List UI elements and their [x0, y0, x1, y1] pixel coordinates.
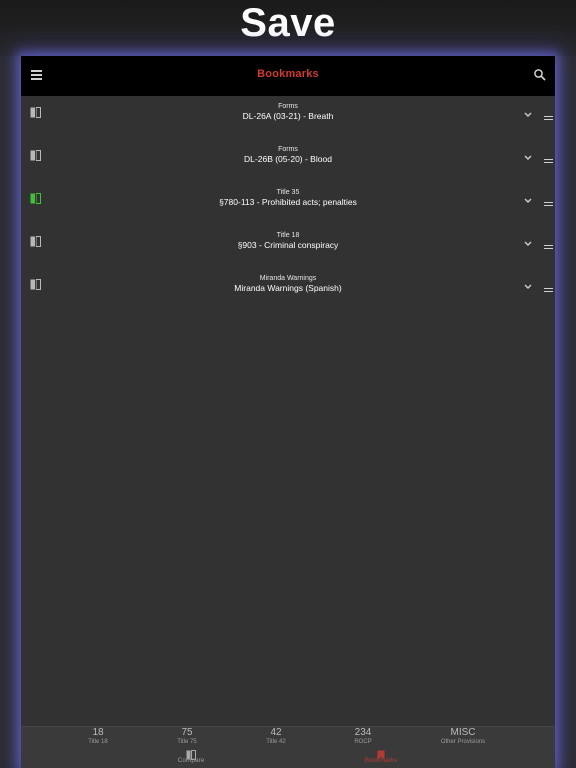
document-compare-icon	[30, 234, 41, 247]
promo-banner: Save	[0, 0, 576, 56]
tab-number: 234	[354, 727, 372, 738]
bookmark-icon	[359, 747, 403, 760]
tab-label: Title 18	[88, 739, 108, 745]
bookmark-row[interactable]: Miranda Warnings Miranda Warnings (Spani…	[21, 268, 555, 311]
bookmark-text: Forms DL-26A (03-21) - Breath	[81, 102, 495, 122]
bookmark-category: Forms	[278, 103, 298, 110]
bookmark-text: Forms DL-26B (05-20) - Blood	[81, 145, 495, 165]
bottom-tab-bar: 18 Title 18 75 Title 75 42 Title 42 234 …	[21, 726, 555, 768]
bookmark-text: Title 35 §780-113 - Prohibited acts; pen…	[81, 188, 495, 208]
tab-title-42[interactable]: 42 Title 42	[256, 728, 296, 746]
page-title: Bookmarks	[257, 68, 319, 80]
document-compare-icon	[30, 191, 41, 204]
drag-handle-icon[interactable]	[544, 159, 553, 165]
tab-label: Other Provisions	[440, 739, 486, 745]
bookmark-title: Miranda Warnings (Spanish)	[234, 283, 342, 293]
drag-handle-icon[interactable]	[544, 116, 553, 122]
bookmark-category: Forms	[278, 146, 298, 153]
bookmark-row[interactable]: Forms DL-26B (05-20) - Blood	[21, 139, 555, 182]
search-icon[interactable]	[533, 68, 547, 82]
bookmark-list: Forms DL-26A (03-21) - Breath Forms DL-2…	[21, 96, 555, 311]
bookmark-row[interactable]: Title 35 §780-113 - Prohibited acts; pen…	[21, 182, 555, 225]
tab-label: Title 42	[266, 739, 286, 745]
promo-title: Save	[240, 1, 336, 45]
tab-number: 42	[270, 727, 282, 738]
tab-number: MISC	[450, 727, 476, 738]
chevron-down-icon[interactable]	[523, 192, 533, 203]
document-compare-icon	[30, 148, 41, 161]
bookmark-title: §780-113 - Prohibited acts; penalties	[219, 197, 357, 207]
chevron-down-icon[interactable]	[523, 106, 533, 117]
tab-label: Compare	[177, 757, 205, 764]
chevron-down-icon[interactable]	[523, 235, 533, 246]
bookmark-row[interactable]: Title 18 §903 - Criminal conspiracy	[21, 225, 555, 268]
tab-compare[interactable]: Compare	[171, 747, 211, 765]
bookmark-category: Title 35	[276, 189, 300, 196]
tab-label: ROCP	[354, 739, 372, 745]
bookmark-category: Miranda Warnings	[259, 275, 317, 282]
bookmark-text: Miranda Warnings Miranda Warnings (Spani…	[81, 274, 495, 294]
tab-label: Title 75	[177, 739, 197, 745]
bookmark-row[interactable]: Forms DL-26A (03-21) - Breath	[21, 96, 555, 139]
drag-handle-icon[interactable]	[544, 202, 553, 208]
document-compare-icon	[30, 105, 41, 118]
chevron-down-icon[interactable]	[523, 278, 533, 289]
bookmark-title: §903 - Criminal conspiracy	[237, 240, 339, 250]
top-app-bar: Bookmarks	[21, 56, 555, 96]
tab-label: Bookmarks	[364, 757, 398, 764]
tab-other-provisions[interactable]: MISC Other Provisions	[433, 728, 493, 746]
app-window: Bookmarks Forms DL-26A (03-21) - Breath	[21, 56, 555, 768]
bookmark-title: DL-26A (03-21) - Breath	[242, 111, 334, 121]
compare-icon	[171, 747, 211, 760]
drag-handle-icon[interactable]	[544, 245, 553, 251]
document-compare-icon	[30, 277, 41, 290]
tab-title-18[interactable]: 18 Title 18	[78, 728, 118, 746]
chevron-down-icon[interactable]	[523, 149, 533, 160]
drag-handle-icon[interactable]	[544, 288, 553, 294]
bookmark-category: Title 18	[276, 232, 300, 239]
tab-title-75[interactable]: 75 Title 75	[167, 728, 207, 746]
bookmark-title: DL-26B (05-20) - Blood	[244, 154, 332, 164]
tab-number: 75	[181, 727, 193, 738]
tab-number: 18	[92, 727, 104, 738]
tab-bookmarks[interactable]: Bookmarks	[359, 747, 403, 765]
bookmark-text: Title 18 §903 - Criminal conspiracy	[81, 231, 495, 251]
tab-rocp[interactable]: 234 ROCP	[343, 728, 383, 746]
